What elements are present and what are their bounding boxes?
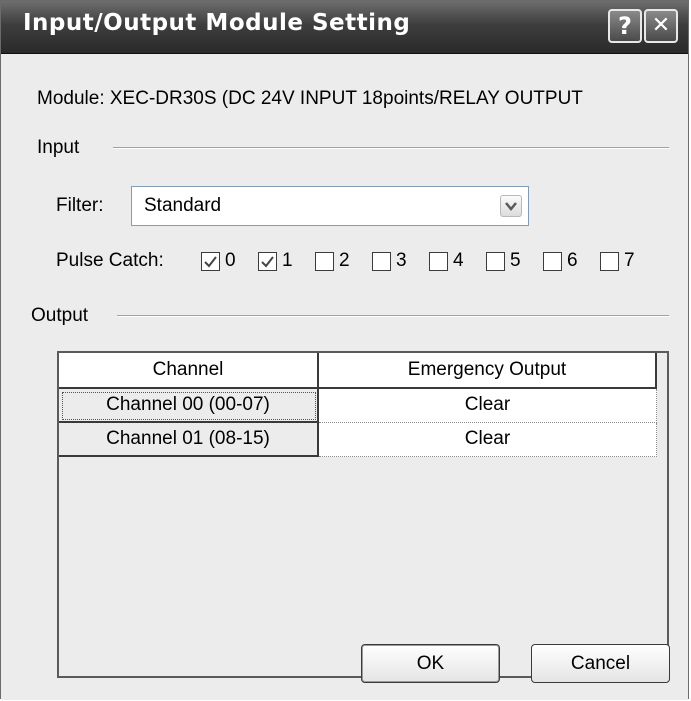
ok-button[interactable]: OK <box>361 644 500 683</box>
pulse-catch-label-5: 5 <box>510 250 521 271</box>
column-header-channel[interactable]: Channel <box>59 353 319 389</box>
checkmark-icon <box>261 256 274 268</box>
input-separator <box>113 147 669 149</box>
pulse-catch-checkbox-7[interactable] <box>600 252 619 271</box>
filter-label: Filter: <box>56 195 104 216</box>
module-description: Module: XEC-DR30S (DC 24V INPUT 18points… <box>37 88 583 109</box>
cancel-button[interactable]: Cancel <box>531 644 670 683</box>
table-row-emergency-output[interactable]: Clear <box>319 389 657 423</box>
pulse-catch-checkbox-1[interactable] <box>258 252 277 271</box>
pulse-catch-checkbox-6[interactable] <box>543 252 562 271</box>
chevron-down-icon[interactable] <box>500 195 522 217</box>
input-group-label: Input <box>37 137 80 158</box>
help-button[interactable]: ? <box>608 9 642 43</box>
pulse-catch-checkbox-2[interactable] <box>315 252 334 271</box>
output-separator <box>117 315 669 317</box>
column-header-emergency-output[interactable]: Emergency Output <box>319 353 657 389</box>
pulse-catch-label-7: 7 <box>624 250 635 271</box>
filter-value: Standard <box>144 195 222 216</box>
pulse-catch-label: Pulse Catch: <box>56 250 164 271</box>
close-button[interactable]: ✕ <box>644 9 678 43</box>
table-row-channel[interactable]: Channel 00 (00-07) <box>59 389 319 423</box>
output-grid[interactable]: Channel Emergency Output Channel 00 (00-… <box>57 351 669 678</box>
pulse-catch-label-2: 2 <box>339 250 350 271</box>
title-bar[interactable]: Input/Output Module Setting ? ✕ <box>1 1 688 54</box>
pulse-catch-checkbox-3[interactable] <box>372 252 391 271</box>
pulse-catch-checkbox-4[interactable] <box>429 252 448 271</box>
pulse-catch-checkbox-5[interactable] <box>486 252 505 271</box>
dialog-body: Module: XEC-DR30S (DC 24V INPUT 18points… <box>1 54 688 700</box>
pulse-catch-checkbox-0[interactable] <box>201 252 220 271</box>
filter-dropdown[interactable]: Standard <box>131 186 529 226</box>
pulse-catch-label-4: 4 <box>453 250 464 271</box>
table-row-emergency-output[interactable]: Clear <box>319 423 657 457</box>
io-module-setting-dialog: Input/Output Module Setting ? ✕ Module: … <box>0 0 689 700</box>
pulse-catch-label-1: 1 <box>282 250 293 271</box>
output-group-label: Output <box>31 305 89 326</box>
pulse-catch-label-6: 6 <box>567 250 578 271</box>
pulse-catch-label-0: 0 <box>225 250 236 271</box>
pulse-catch-label-3: 3 <box>396 250 407 271</box>
window-title: Input/Output Module Setting <box>23 10 411 36</box>
checkmark-icon <box>204 256 217 268</box>
table-row-channel[interactable]: Channel 01 (08-15) <box>59 423 319 457</box>
